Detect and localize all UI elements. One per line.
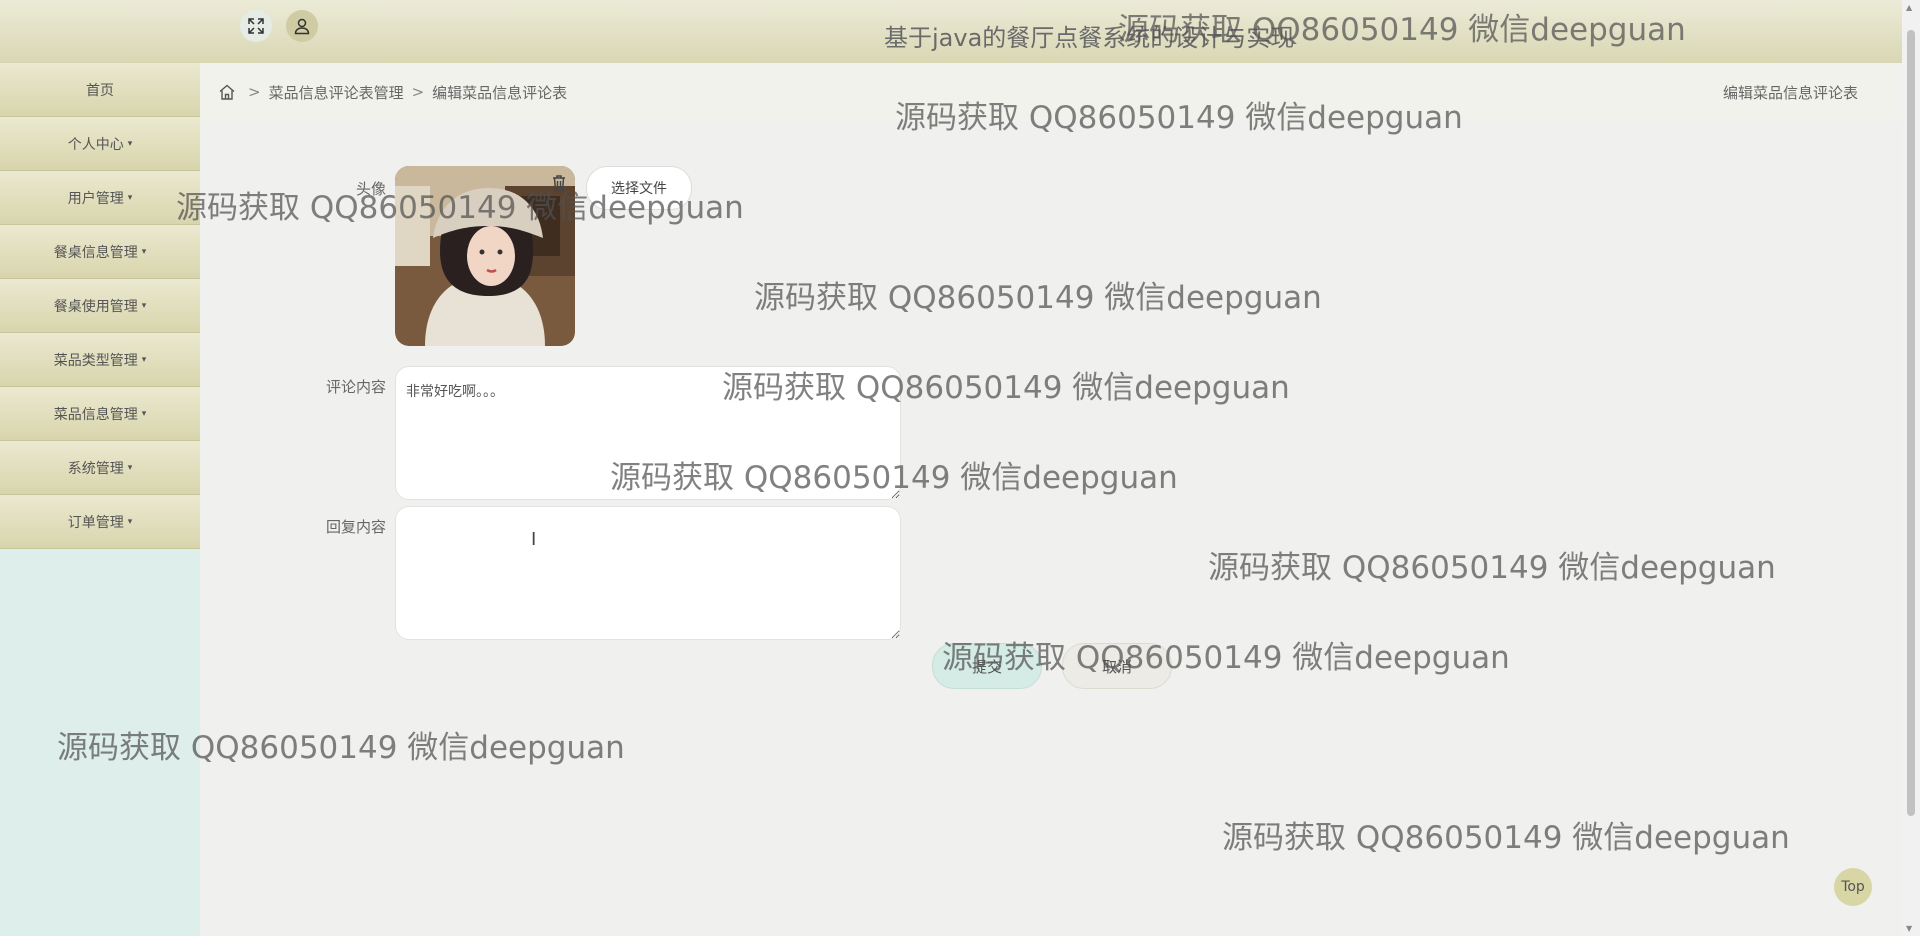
sidebar-item-label: 首页 xyxy=(86,82,114,99)
home-icon[interactable] xyxy=(218,81,240,103)
watermark: 源码获取 QQ86050149 微信deepguan xyxy=(754,280,1322,316)
caret-down-icon: ▾ xyxy=(141,300,147,311)
sidebar-item-label: 系统管理 xyxy=(67,460,124,477)
sidebar-item-dish-info[interactable]: 菜品信息管理 ▾ xyxy=(0,387,200,441)
user-icon[interactable] xyxy=(286,10,318,42)
sidebar-item-personal-center[interactable]: 个人中心 ▾ xyxy=(0,117,200,171)
comment-label: 评论内容 xyxy=(325,378,386,396)
caret-down-icon: ▾ xyxy=(127,192,133,203)
sidebar: 首页 个人中心 ▾ 用户管理 ▾ 餐桌信息管理 ▾ 餐桌使用管理 ▾ 菜品类型管理 ▾ 菜… xyxy=(0,63,200,936)
scroll-up-icon[interactable]: ▲ xyxy=(1906,3,1912,12)
comment-textarea[interactable] xyxy=(395,366,901,500)
caret-down-icon: ▾ xyxy=(141,246,147,257)
caret-down-icon: ▾ xyxy=(141,354,147,365)
watermark: 源码获取 QQ86050149 微信deepguan xyxy=(1208,550,1776,586)
top-header: 基于java的餐厅点餐系统的设计与实现 xyxy=(0,0,1902,64)
trash-icon[interactable] xyxy=(548,172,570,194)
sidebar-item-table-usage[interactable]: 餐桌使用管理 ▾ xyxy=(0,279,200,333)
sidebar-item-label: 菜品信息管理 xyxy=(53,406,138,423)
breadcrumb-separator: > xyxy=(248,83,261,101)
choose-file-button[interactable]: 选择文件 xyxy=(586,166,692,210)
text-cursor-icon: I xyxy=(531,529,537,550)
caret-down-icon: ▾ xyxy=(127,138,133,149)
sidebar-item-label: 用户管理 xyxy=(67,190,124,207)
sidebar-item-orders[interactable]: 订单管理 ▾ xyxy=(0,495,200,549)
breadcrumb-item-comment-management[interactable]: 菜品信息评论表管理 xyxy=(269,82,404,103)
submit-button[interactable]: 提交 xyxy=(932,643,1042,689)
caret-down-icon: ▾ xyxy=(127,462,133,473)
breadcrumb: > 菜品信息评论表管理 > 编辑菜品信息评论表 编辑菜品信息评论表 xyxy=(200,63,1902,121)
fullscreen-icon[interactable] xyxy=(240,10,272,42)
sidebar-item-system[interactable]: 系统管理 ▾ xyxy=(0,441,200,495)
scrollbar-thumb[interactable] xyxy=(1907,30,1915,816)
sidebar-item-dish-types[interactable]: 菜品类型管理 ▾ xyxy=(0,333,200,387)
cancel-button[interactable]: 取消 xyxy=(1062,643,1172,689)
caret-down-icon: ▾ xyxy=(127,516,133,527)
sidebar-item-label: 餐桌信息管理 xyxy=(53,244,138,261)
reply-label: 回复内容 xyxy=(325,518,386,536)
caret-down-icon: ▾ xyxy=(141,408,147,419)
breadcrumb-separator: > xyxy=(411,83,425,101)
page-title: 编辑菜品信息评论表 xyxy=(1722,84,1858,102)
sidebar-item-label: 餐桌使用管理 xyxy=(53,298,138,315)
avatar-label: 头像 xyxy=(355,180,386,198)
sidebar-item-label: 菜品类型管理 xyxy=(53,352,138,369)
sidebar-item-label: 订单管理 xyxy=(67,514,124,531)
sidebar-item-users[interactable]: 用户管理 ▾ xyxy=(0,171,200,225)
back-to-top-button[interactable]: Top xyxy=(1834,868,1872,906)
sidebar-item-table-info[interactable]: 餐桌信息管理 ▾ xyxy=(0,225,200,279)
breadcrumb-item-edit-comment: 编辑菜品信息评论表 xyxy=(432,83,568,102)
scroll-down-icon[interactable]: ▼ xyxy=(1906,924,1912,933)
site-title: 基于java的餐厅点餐系统的设计与实现 xyxy=(884,24,1295,52)
sidebar-item-label: 个人中心 xyxy=(67,136,124,153)
watermark: 源码获取 QQ86050149 微信deepguan xyxy=(1222,820,1790,856)
sidebar-item-home[interactable]: 首页 xyxy=(0,63,200,117)
reply-textarea[interactable] xyxy=(395,506,901,640)
